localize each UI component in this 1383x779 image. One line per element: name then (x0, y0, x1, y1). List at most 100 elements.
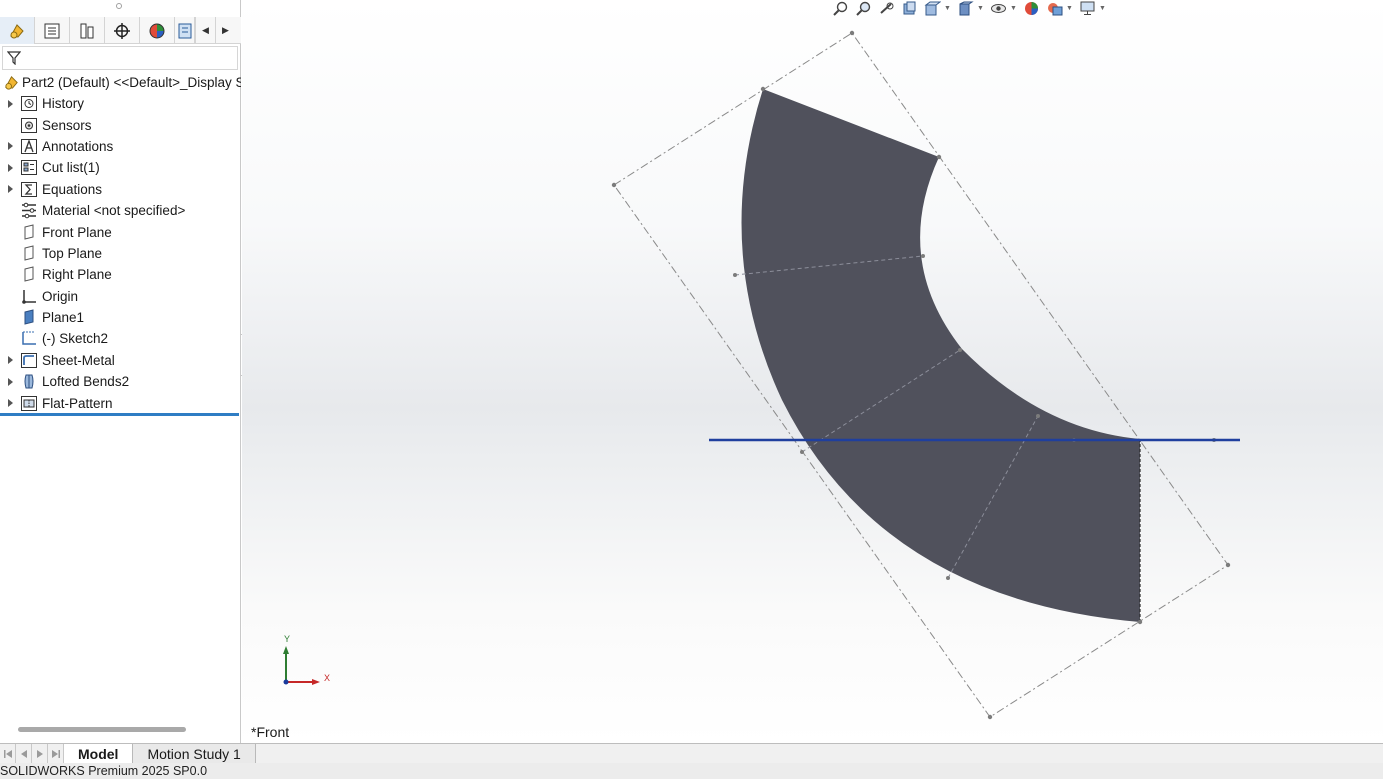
triad-axes-icon (283, 646, 320, 685)
tree-item-label: Lofted Bends2 (42, 374, 130, 390)
chevron-right-icon (36, 749, 43, 758)
tree-item-equations[interactable]: Equations (0, 179, 241, 200)
chevron-left-icon: ◀ (202, 25, 209, 35)
view-settings-button[interactable] (1076, 0, 1099, 16)
last-tab-button[interactable] (48, 744, 64, 763)
panel-grip[interactable] (0, 0, 241, 16)
lofted-bends-icon (20, 373, 38, 390)
tab-scroll-right-button[interactable]: ▶ (215, 17, 235, 44)
model-geometry (611, 30, 1240, 720)
tree-item-history[interactable]: History (0, 93, 241, 114)
rollback-bar[interactable] (0, 413, 239, 416)
edit-appearance-button[interactable] (1020, 0, 1043, 16)
tree-item-label: Top Plane (42, 245, 103, 261)
scene-icon (1048, 2, 1063, 15)
tree-filter-input[interactable] (2, 46, 238, 70)
chevron-down-icon[interactable]: ▼ (944, 5, 951, 12)
tab-display-manager[interactable] (140, 17, 175, 44)
tab-configuration-manager[interactable] (70, 17, 105, 44)
apply-scene-button[interactable] (1043, 0, 1066, 16)
triad-x-label: X (324, 673, 331, 683)
tree-item-label: Annotations (42, 138, 114, 154)
tab-motion-study[interactable]: Motion Study 1 (133, 744, 256, 763)
tree-item-sensors[interactable]: Sensors (0, 114, 241, 135)
tree-item-origin[interactable]: Origin (0, 286, 241, 307)
chevron-down-icon[interactable]: ▼ (1010, 5, 1017, 12)
tree-root-part[interactable]: Part2 (Default) <<Default>_Display S (0, 72, 241, 93)
tree-item-lofted-bends2[interactable]: Lofted Bends2 (0, 371, 241, 392)
flat-pattern-icon (20, 395, 38, 412)
tree-item-cut-list-1[interactable]: Cut list(1) (0, 157, 241, 178)
expand-arrow-icon[interactable] (0, 399, 20, 408)
horizontal-scrollbar[interactable] (18, 727, 186, 732)
section-view-icon (903, 1, 916, 14)
property-manager-icon (44, 23, 60, 38)
graphics-viewport[interactable]: ▼ ▼ ▼ ▼ ▼ X Y *Front (242, 0, 1383, 743)
display-style-icon (959, 1, 974, 15)
chevron-down-icon[interactable]: ▼ (1099, 5, 1106, 12)
status-bar: SOLIDWORKS Premium 2025 SP0.0 (0, 763, 1383, 779)
expand-arrow-icon[interactable] (0, 356, 20, 365)
equations-icon (20, 181, 38, 198)
next-tab-button[interactable] (32, 744, 48, 763)
tree-root-label: Part2 (Default) <<Default>_Display S (22, 75, 241, 90)
tab-custom-manager[interactable] (175, 17, 195, 44)
annotations-icon (20, 138, 38, 155)
tree-item-label: Origin (42, 288, 79, 304)
view-orientation-icon (924, 1, 941, 15)
previous-tab-button[interactable] (16, 744, 32, 763)
skip-last-icon (51, 749, 60, 758)
tab-dimxpert-manager[interactable] (105, 17, 140, 44)
zoom-fit-icon (833, 1, 848, 16)
chevron-left-icon (20, 749, 27, 758)
tab-model[interactable]: Model (64, 744, 134, 763)
heads-up-view-toolbar: ▼ ▼ ▼ ▼ ▼ (829, 0, 1109, 16)
tree-item-label: History (42, 96, 85, 112)
tree-item-right-plane[interactable]: Right Plane (0, 264, 241, 285)
sensors-icon (20, 117, 38, 134)
tree-item-label: Sensors (42, 117, 92, 133)
tab-scroll-left-button[interactable]: ◀ (195, 17, 215, 44)
tree-item-label: Equations (42, 181, 103, 197)
plane-icon (20, 266, 38, 283)
plane-icon (20, 223, 38, 241)
view-orientation-button[interactable] (921, 0, 944, 16)
tree-item-annotations[interactable]: Annotations (0, 136, 241, 157)
tree-item-sketch2[interactable]: (-) Sketch2 (0, 328, 241, 349)
chevron-down-icon[interactable]: ▼ (1066, 5, 1073, 12)
filter-funnel-icon (7, 51, 21, 65)
zoom-to-fit-button[interactable] (829, 0, 852, 16)
expand-arrow-icon[interactable] (0, 142, 20, 151)
appearance-sphere-icon (149, 23, 165, 38)
expand-arrow-icon[interactable] (0, 377, 20, 386)
tree-item-sheet-metal[interactable]: Sheet-Metal (0, 350, 241, 371)
tree-item-material-not-specified[interactable]: Material <not specified> (0, 200, 241, 221)
first-tab-button[interactable] (0, 744, 16, 763)
zoom-to-area-button[interactable] (852, 0, 875, 16)
tree-item-flat-pattern[interactable]: Flat-Pattern (0, 392, 241, 413)
previous-view-button[interactable] (875, 0, 898, 16)
view-orientation-label: *Front (251, 724, 290, 740)
tree-item-plane1[interactable]: Plane1 (0, 307, 241, 328)
tree-item-label: Flat-Pattern (42, 395, 113, 411)
tab-property-manager[interactable] (35, 17, 70, 44)
tab-feature-manager[interactable] (0, 17, 35, 44)
expand-arrow-icon[interactable] (0, 163, 20, 172)
tree-item-top-plane[interactable]: Top Plane (0, 243, 241, 264)
chevron-down-icon[interactable]: ▼ (977, 5, 984, 12)
tree-item-front-plane[interactable]: Front Plane (0, 221, 241, 242)
origin-icon (20, 288, 38, 305)
monitor-icon (1080, 1, 1095, 15)
feature-manager-panel: ◀ ▶ Part2 (Default) <<Default>_Display S… (0, 0, 241, 743)
expand-arrow-icon[interactable] (0, 99, 20, 108)
section-view-button[interactable] (898, 0, 921, 16)
hide-show-items-button[interactable] (987, 0, 1010, 16)
expand-arrow-icon[interactable] (0, 185, 20, 194)
tree-item-label: Cut list(1) (42, 160, 100, 176)
configuration-manager-icon (80, 23, 94, 38)
sketch-icon (20, 330, 38, 347)
feature-manager-icon (10, 23, 24, 38)
plane-icon (20, 309, 38, 326)
display-style-button[interactable] (954, 0, 977, 16)
bottom-tab-bar: Model Motion Study 1 (0, 743, 1383, 763)
